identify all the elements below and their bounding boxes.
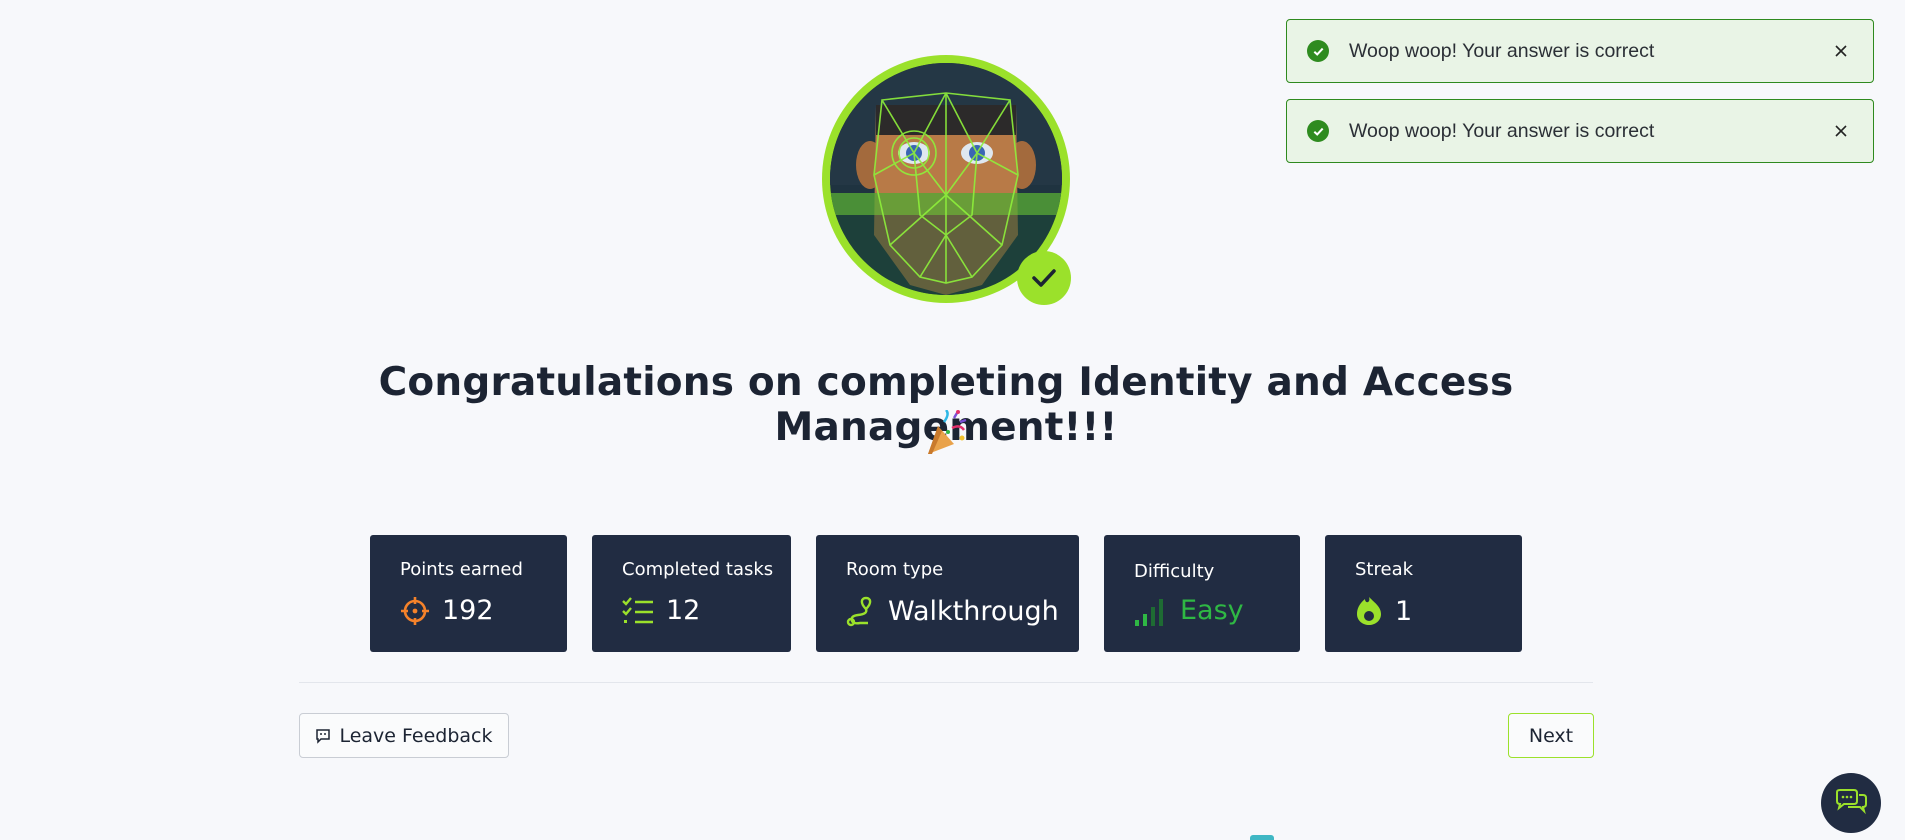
stat-card-room-type: Room type Walkthrough — [816, 535, 1079, 652]
toast-message: Woop woop! Your answer is correct — [1349, 119, 1655, 142]
stat-label: Completed tasks — [622, 559, 774, 580]
stat-label: Difficulty — [1134, 561, 1215, 582]
chat-support-button[interactable] — [1821, 773, 1881, 833]
stat-card-difficulty: Difficulty Easy — [1104, 535, 1300, 652]
leave-feedback-button[interactable]: Leave Feedback — [299, 713, 509, 758]
leave-feedback-label: Leave Feedback — [339, 724, 493, 747]
close-icon[interactable] — [1827, 117, 1855, 145]
stat-label: Room type — [846, 559, 944, 580]
next-label: Next — [1528, 724, 1574, 747]
stat-value: Easy — [1180, 595, 1244, 626]
check-circle-icon — [1307, 120, 1329, 142]
signal-bars-icon — [1135, 598, 1163, 626]
stat-value: 192 — [442, 595, 494, 626]
stat-card-tasks: Completed tasks 12 — [592, 535, 791, 652]
stat-value: Walkthrough — [888, 595, 1059, 627]
decorative-shape — [1250, 835, 1274, 840]
stat-card-streak: Streak 1 — [1325, 535, 1522, 652]
stat-card-points: Points earned 192 — [370, 535, 567, 652]
route-icon — [846, 596, 872, 627]
feedback-icon — [316, 728, 331, 744]
completed-check-icon — [1017, 251, 1071, 305]
toast-message: Woop woop! Your answer is correct — [1349, 39, 1655, 62]
success-toast: Woop woop! Your answer is correct — [1286, 19, 1874, 83]
next-button[interactable]: Next — [1508, 713, 1594, 758]
close-icon[interactable] — [1827, 37, 1855, 65]
target-icon — [401, 596, 429, 625]
chat-icon — [1836, 789, 1867, 815]
check-circle-icon — [1307, 40, 1329, 62]
party-popper-icon — [924, 409, 968, 458]
stat-value: 1 — [1395, 595, 1413, 627]
success-toast: Woop woop! Your answer is correct — [1286, 99, 1874, 163]
stat-label: Points earned — [400, 559, 523, 580]
divider — [299, 682, 1593, 683]
checklist-icon — [622, 596, 653, 623]
stat-value: 12 — [666, 595, 701, 626]
flame-icon — [1357, 597, 1381, 625]
stat-label: Streak — [1355, 559, 1414, 580]
